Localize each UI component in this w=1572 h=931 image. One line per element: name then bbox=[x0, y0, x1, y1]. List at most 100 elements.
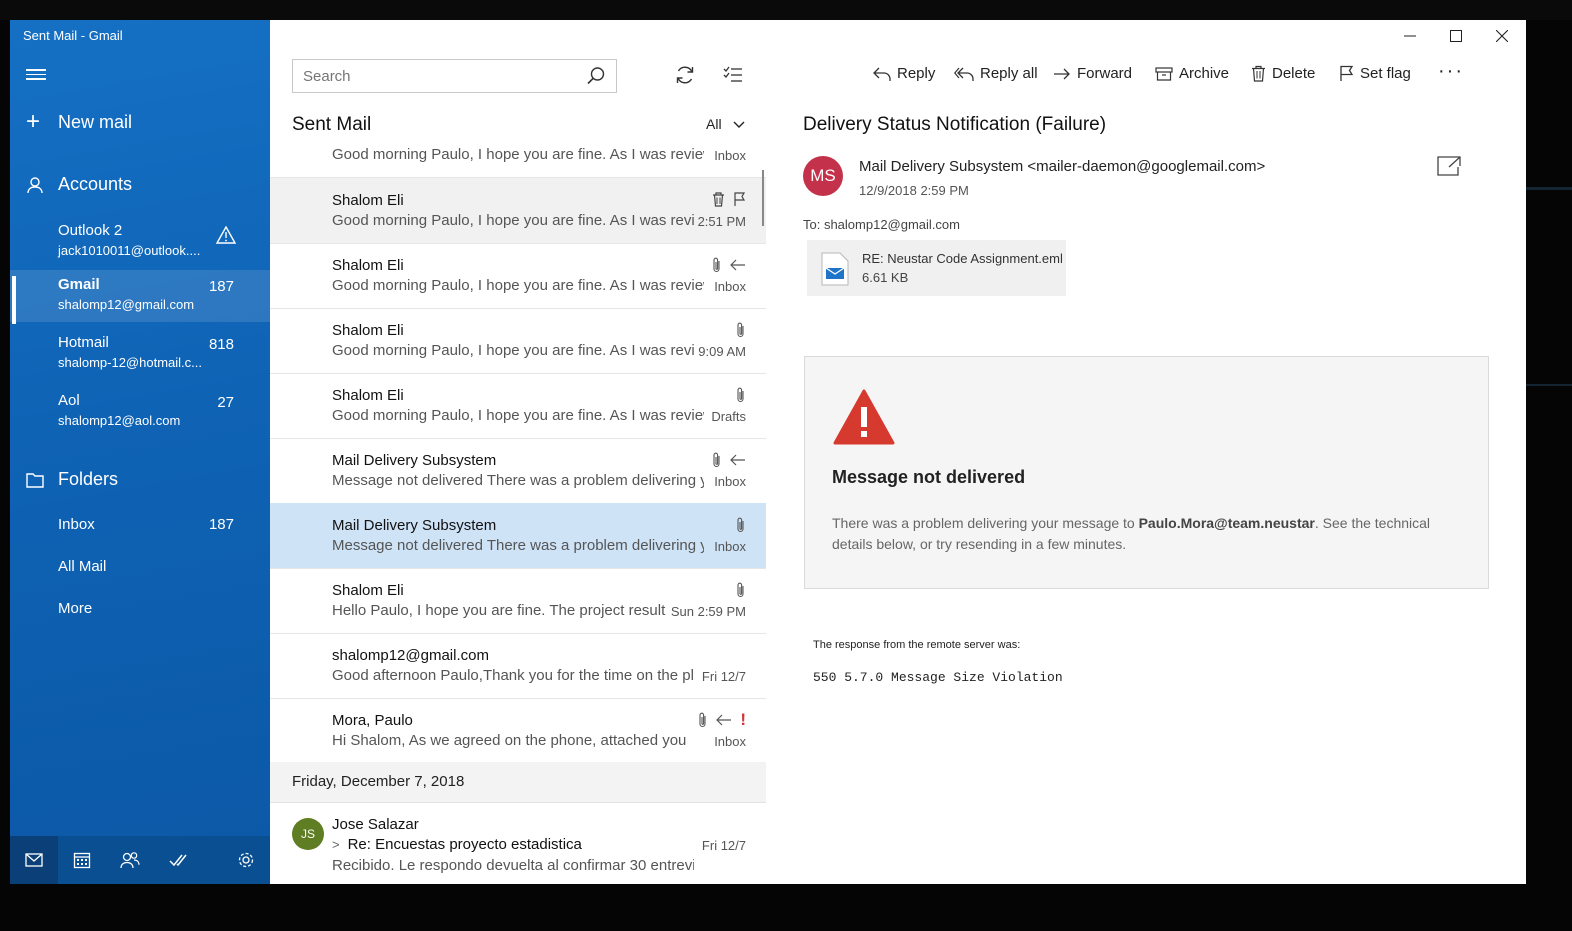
list-item[interactable]: Mora, Paulo ! Hi Shalom, As we agreed on… bbox=[270, 698, 766, 764]
flag-icon[interactable] bbox=[733, 192, 746, 207]
attachment-card[interactable]: RE: Neustar Code Assignment.eml 6.61 KB bbox=[807, 240, 1066, 296]
mail-icon[interactable] bbox=[10, 836, 58, 884]
message-preview: Good morning Paulo, I hope you are fine.… bbox=[332, 212, 695, 229]
account-name: Hotmail bbox=[58, 334, 109, 351]
message-preview: Good morning Paulo, I hope you are fine.… bbox=[332, 342, 695, 359]
folders-label: Folders bbox=[58, 469, 119, 489]
list-item-thread[interactable]: JS Jose Salazar > Re: Encuestas proyecto … bbox=[270, 802, 766, 884]
pop-out-icon[interactable] bbox=[1436, 155, 1462, 182]
unread-count: 187 bbox=[208, 278, 234, 295]
message-sender: Shalom Eli bbox=[332, 322, 404, 339]
list-item-selected[interactable]: Mail Delivery Subsystem Message not deli… bbox=[270, 503, 766, 569]
message-preview: Recibido. Le respondo devuelta al confir… bbox=[332, 857, 694, 874]
delete-button[interactable]: Delete bbox=[1251, 65, 1315, 82]
message-meta: Inbox bbox=[714, 279, 746, 294]
flag-icon bbox=[1340, 65, 1354, 81]
message-preview: Hi Shalom, As we agreed on the phone, at… bbox=[332, 732, 687, 749]
list-item[interactable]: Shalom Eli Good morning Paulo, I hope yo… bbox=[270, 373, 766, 439]
chevron-right-icon: > bbox=[332, 837, 340, 852]
account-email: shalomp12@aol.com bbox=[58, 413, 181, 428]
window-title: Sent Mail - Gmail bbox=[23, 28, 123, 43]
list-item[interactable]: Mail Delivery Subsystem Message not deli… bbox=[270, 438, 766, 504]
avatar: JS bbox=[292, 818, 324, 850]
list-item[interactable]: shalomp12@gmail.com Good afternoon Paulo… bbox=[270, 633, 766, 699]
active-indicator bbox=[12, 276, 16, 324]
accounts-header[interactable]: Accounts bbox=[26, 174, 132, 195]
account-outlook[interactable]: Outlook 2 jack1010011@outlook.... bbox=[10, 216, 270, 268]
folder-icon bbox=[26, 472, 44, 488]
attachment-icon bbox=[737, 322, 744, 338]
list-item[interactable]: Shalom Eli Good morning Paulo, I hope yo… bbox=[270, 308, 766, 374]
message-meta: Drafts bbox=[711, 409, 746, 424]
reply-all-icon bbox=[954, 67, 974, 81]
reply-label: Reply bbox=[897, 65, 936, 82]
forward-label: Forward bbox=[1077, 65, 1133, 82]
folders-header[interactable]: Folders bbox=[26, 469, 118, 490]
message-sender: Mail Delivery Subsystem bbox=[332, 517, 497, 534]
filter-dropdown[interactable]: All bbox=[706, 116, 745, 132]
list-item[interactable]: Shalom Eli Good morning Paulo, I hope yo… bbox=[270, 178, 766, 244]
message-date: 12/9/2018 2:59 PM bbox=[859, 183, 969, 198]
folder-all-mail[interactable]: All Mail bbox=[58, 558, 248, 575]
attachment-icon bbox=[737, 582, 744, 598]
notice-heading: Message not delivered bbox=[832, 467, 1026, 487]
folder-name: More bbox=[58, 600, 93, 617]
people-icon[interactable] bbox=[106, 836, 154, 884]
search-icon[interactable] bbox=[586, 66, 606, 91]
minimize-icon[interactable] bbox=[1395, 26, 1425, 46]
sender-address[interactable]: Mail Delivery Subsystem <mailer-daemon@g… bbox=[859, 158, 1265, 175]
folder-inbox[interactable]: Inbox 187 bbox=[58, 516, 248, 533]
message-sender: Jose Salazar bbox=[332, 816, 419, 833]
account-email: jack1010011@outlook.... bbox=[58, 243, 201, 258]
attachment-name: RE: Neustar Code Assignment.eml bbox=[862, 251, 1063, 266]
folder-name: All Mail bbox=[58, 558, 107, 575]
calendar-icon[interactable] bbox=[58, 836, 106, 884]
settings-icon[interactable] bbox=[222, 836, 270, 884]
new-mail-button[interactable]: + New mail bbox=[26, 110, 132, 134]
folder-more[interactable]: More bbox=[58, 600, 248, 617]
account-email: shalomp12@gmail.com bbox=[58, 297, 195, 312]
message-preview: Message not delivered There was a proble… bbox=[332, 472, 704, 489]
date-group-header: Friday, December 7, 2018 bbox=[270, 762, 766, 803]
set-flag-button[interactable]: Set flag bbox=[1339, 65, 1411, 82]
sync-icon[interactable] bbox=[674, 64, 696, 91]
filter-label: All bbox=[706, 116, 722, 132]
reply-button[interactable]: Reply bbox=[873, 65, 935, 82]
chevron-down-icon bbox=[733, 121, 745, 128]
account-hotmail[interactable]: Hotmail shalomp-12@hotmail.c... 818 bbox=[10, 328, 270, 380]
list-item[interactable]: Shalom Eli Good morning Paulo, I hope yo… bbox=[270, 243, 766, 309]
folder-name: Inbox bbox=[58, 516, 95, 533]
message-sender: Shalom Eli bbox=[332, 257, 404, 274]
scrollbar[interactable] bbox=[762, 170, 764, 226]
thread-subject-line[interactable]: > Re: Encuestas proyecto estadistica bbox=[332, 836, 582, 853]
message-preview: Good morning Paulo, I hope you are fine.… bbox=[332, 407, 704, 424]
reply-arrow-icon bbox=[730, 259, 745, 271]
list-item[interactable]: Shalom Eli Hello Paulo, I hope you are f… bbox=[270, 568, 766, 634]
message-preview: Good morning Paulo, I hope you are fine.… bbox=[332, 148, 704, 163]
reply-icon bbox=[873, 67, 891, 81]
account-aol[interactable]: Aol shalomp12@aol.com 27 bbox=[10, 386, 270, 438]
message-preview: Good morning Paulo, I hope you are fine.… bbox=[332, 277, 704, 294]
todo-icon[interactable] bbox=[154, 836, 202, 884]
account-gmail[interactable]: Gmail shalomp12@gmail.com 187 bbox=[10, 270, 270, 324]
message-sender: Mail Delivery Subsystem bbox=[332, 452, 497, 469]
account-name: Outlook 2 bbox=[58, 222, 123, 239]
hamburger-menu-icon[interactable] bbox=[26, 66, 46, 84]
trash-icon[interactable] bbox=[712, 192, 725, 207]
close-icon[interactable] bbox=[1487, 26, 1517, 46]
message-meta: Fri 12/7 bbox=[701, 669, 746, 684]
forward-button[interactable]: Forward bbox=[1053, 65, 1132, 82]
archive-label: Archive bbox=[1179, 65, 1230, 82]
unread-count: 818 bbox=[208, 336, 234, 353]
maximize-icon[interactable] bbox=[1441, 26, 1471, 46]
new-mail-label: New mail bbox=[58, 111, 133, 132]
selection-mode-icon[interactable] bbox=[722, 64, 744, 91]
list-item[interactable]: Good morning Paulo, I hope you are fine.… bbox=[270, 148, 766, 178]
search-input[interactable] bbox=[293, 61, 585, 91]
more-actions-icon[interactable]: ··· bbox=[1438, 60, 1464, 83]
message-sender: Shalom Eli bbox=[332, 387, 404, 404]
notice-recipient: Paulo.Mora@team.neustar bbox=[1138, 515, 1315, 531]
delivery-failure-notice: Message not delivered There was a proble… bbox=[804, 356, 1489, 589]
reply-all-button[interactable]: Reply all bbox=[954, 65, 1038, 82]
archive-button[interactable]: Archive bbox=[1155, 65, 1229, 82]
